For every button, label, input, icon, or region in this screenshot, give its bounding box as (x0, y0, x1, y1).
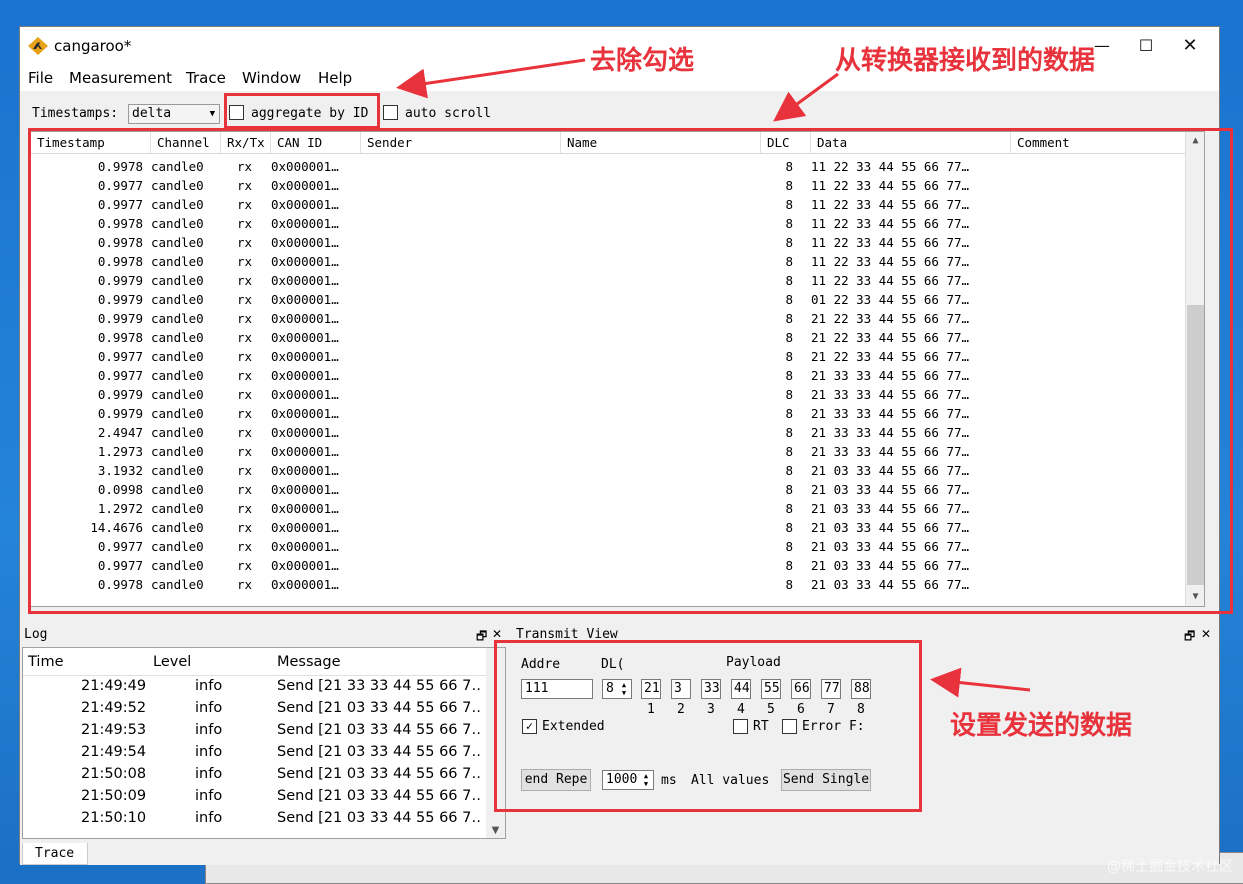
transmit-undock-icon[interactable]: 🗗 (1184, 627, 1195, 648)
log-col-time: Time (28, 654, 64, 670)
menu-help[interactable]: Help (318, 69, 352, 87)
log-undock-icon[interactable]: 🗗 (476, 627, 487, 648)
log-cell: info (195, 744, 223, 760)
log-scroll-down-icon[interactable]: ▼ (486, 822, 505, 838)
status-bar: Trace (20, 843, 1219, 865)
log-cell: Send [21 03 33 44 55 66 7… (277, 744, 482, 760)
menu-measurement[interactable]: Measurement (69, 69, 172, 87)
log-row[interactable]: 21:49:52 info Send [21 03 33 44 55 66 7… (23, 700, 488, 722)
log-col-level: Level (153, 654, 192, 670)
log-cell: 21:50:10 (81, 810, 147, 826)
log-col-message: Message (277, 654, 341, 670)
close-icon[interactable]: ✕ (1170, 33, 1210, 59)
log-cell: 21:49:54 (81, 744, 147, 760)
log-row[interactable]: 21:49:53 info Send [21 03 33 44 55 66 7… (23, 722, 488, 744)
menu-file[interactable]: File (28, 69, 53, 87)
timestamps-value: delta (132, 106, 172, 121)
menu-trace[interactable]: Trace (186, 69, 226, 87)
log-cell: info (195, 722, 223, 738)
annotation-uncheck: 去除勾选 (590, 46, 695, 76)
transmit-close-icon[interactable]: ✕ (1201, 627, 1211, 641)
log-cell: Send [21 03 33 44 55 66 7… (277, 700, 482, 716)
trace-toolbar: Timestamps: delta ▼ aggregate by ID auto… (20, 91, 1219, 127)
log-row[interactable]: 21:49:49 info Send [21 33 33 44 55 66 7… (23, 678, 488, 700)
timestamps-select[interactable]: delta ▼ (128, 104, 220, 124)
log-cell: Send [21 03 33 44 55 66 7… (277, 788, 482, 804)
watermark: @稀土掘金技术社区 (1107, 859, 1233, 875)
log-cell: 21:49:49 (81, 678, 147, 694)
annotation-received: 从转换器接收到的数据 (835, 46, 1096, 76)
log-cell: info (195, 766, 223, 782)
kangaroo-icon (28, 37, 48, 55)
menu-window[interactable]: Window (242, 69, 301, 87)
annotation-box-aggregate (224, 93, 380, 129)
log-cell: info (195, 700, 223, 716)
log-row[interactable]: 21:49:54 info Send [21 03 33 44 55 66 7… (23, 744, 488, 766)
app-title: cangaroo* (54, 37, 132, 55)
log-cell: Send [21 03 33 44 55 66 7… (277, 766, 482, 782)
log-cell: info (195, 788, 223, 804)
log-row[interactable]: 21:50:10 info Send [21 03 33 44 55 66 7… (23, 810, 488, 832)
chevron-down-icon: ▼ (209, 109, 215, 119)
log-table[interactable]: Time Level Message 21:49:49 info Send [21 … (22, 647, 506, 839)
log-cell: 21:49:52 (81, 700, 147, 716)
log-cell: 21:50:09 (81, 788, 147, 804)
log-cell: 21:50:08 (81, 766, 147, 782)
log-cell: Send [21 03 33 44 55 66 7… (277, 810, 482, 826)
log-cell: Send [21 03 33 44 55 66 7… (277, 722, 482, 738)
trace-tab[interactable]: Trace (22, 843, 88, 865)
annotation-box-transmit (494, 640, 922, 812)
log-cell: info (195, 678, 223, 694)
annotation-box-trace (28, 128, 1233, 614)
log-header: Time Level Message (23, 648, 488, 676)
log-cell: info (195, 810, 223, 826)
log-cell: Send [21 33 33 44 55 66 7… (277, 678, 482, 694)
log-row[interactable]: 21:50:09 info Send [21 03 33 44 55 66 7… (23, 788, 488, 810)
maximize-icon[interactable]: ☐ (1126, 33, 1166, 59)
log-row[interactable]: 21:50:08 info Send [21 03 33 44 55 66 7… (23, 766, 488, 788)
log-cell: 21:49:53 (81, 722, 147, 738)
log-close-icon[interactable]: ✕ (492, 627, 502, 641)
autoscroll-checkbox[interactable] (383, 105, 398, 120)
log-panel-title: Log (24, 627, 48, 642)
timestamps-label: Timestamps: (32, 106, 119, 121)
autoscroll-label: auto scroll (405, 106, 492, 121)
annotation-set-send: 设置发送的数据 (950, 711, 1133, 741)
